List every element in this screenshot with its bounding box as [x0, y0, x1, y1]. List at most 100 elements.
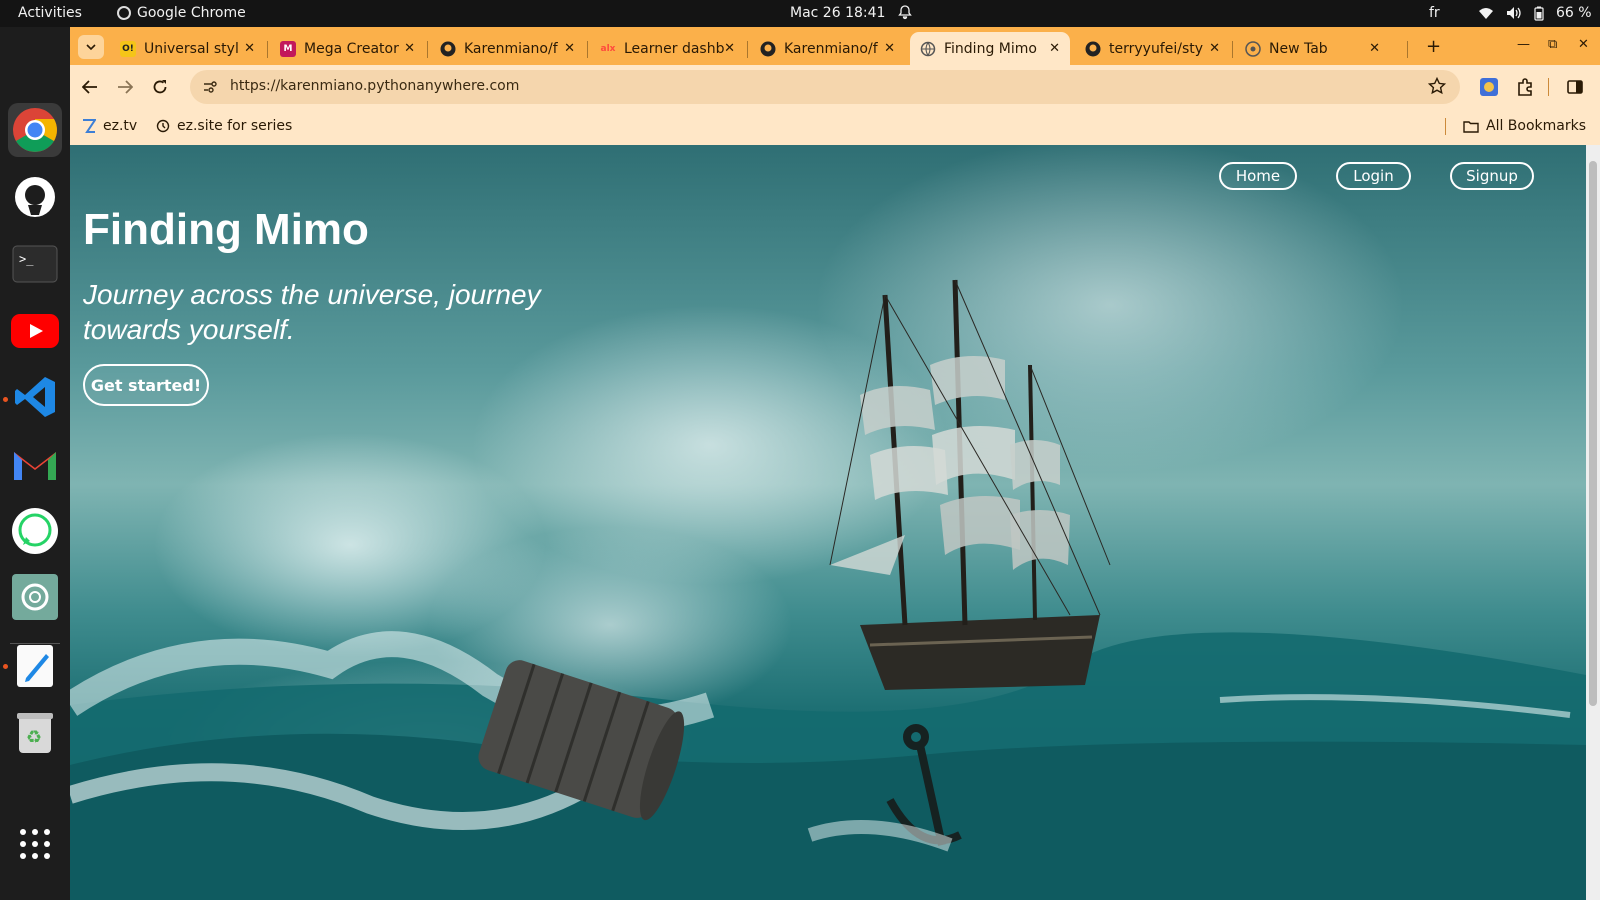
dock-github[interactable] [8, 170, 62, 224]
tab-title: Karenmiano/f [784, 40, 878, 57]
get-started-button[interactable]: Get started! [83, 364, 209, 406]
close-icon[interactable]: ✕ [1369, 41, 1380, 56]
tab-title: Finding Mimo [944, 40, 1037, 57]
notification-bell-icon[interactable] [897, 4, 913, 20]
globe-icon [920, 41, 936, 56]
tab-new-tab[interactable]: New Tab ✕ [1235, 32, 1390, 65]
nav-home-link[interactable]: Home [1219, 162, 1297, 190]
folder-icon [1463, 120, 1479, 133]
tab-mega-creator[interactable]: M Mega Creator ✕ [270, 32, 425, 65]
tab-strip: O! Universal styl ✕ M Mega Creator ✕ Kar… [70, 27, 1600, 65]
forward-button[interactable] [114, 76, 136, 98]
dock-whatsapp[interactable] [8, 504, 62, 558]
close-icon[interactable]: ✕ [564, 41, 575, 56]
clock[interactable]: Mac 26 18:41 [790, 5, 885, 21]
reload-icon [153, 80, 167, 94]
minimize-icon[interactable]: — [1517, 37, 1530, 52]
dock-app-grid[interactable] [8, 817, 62, 871]
page-subtitle: Journey across the universe, journey tow… [83, 279, 541, 345]
extensions-menu-button[interactable] [1515, 77, 1535, 97]
github-icon [440, 41, 456, 56]
tab-title: Learner dashb [624, 40, 725, 57]
close-icon[interactable]: ✕ [1049, 41, 1060, 56]
tab-karenmiano-2[interactable]: Karenmiano/f ✕ [750, 32, 905, 65]
dock-chrome[interactable] [8, 103, 62, 157]
dock-youtube[interactable] [8, 304, 62, 358]
activities-button[interactable]: Activities [18, 5, 82, 21]
page-scrollbar[interactable] [1586, 145, 1600, 900]
stormy-sea-background [70, 279, 1586, 900]
bookmark-ez-tv[interactable]: ez.tv [82, 118, 137, 134]
tab-title: Mega Creator [304, 40, 399, 57]
dock-chatgpt[interactable] [8, 570, 62, 624]
tab-universal-style[interactable]: O! Universal styl ✕ [110, 32, 265, 65]
restore-icon[interactable]: ⧉ [1548, 37, 1557, 52]
chevron-down-icon [86, 44, 96, 51]
tab-finding-mimo[interactable]: Finding Mimo ✕ [910, 32, 1070, 65]
whatsapp-icon [12, 508, 58, 554]
dock-text-editor[interactable] [8, 639, 62, 693]
app-menu[interactable]: Google Chrome [117, 5, 246, 21]
chrome-window: O! Universal styl ✕ M Mega Creator ✕ Kar… [70, 27, 1600, 900]
svg-text:♻: ♻ [26, 727, 42, 748]
terminal-icon: >_ [12, 245, 58, 283]
chrome-icon [117, 6, 131, 20]
github-icon [760, 41, 776, 56]
close-icon[interactable]: ✕ [1209, 41, 1220, 56]
tab-terryyufei[interactable]: terryyufei/sty ✕ [1075, 32, 1230, 65]
dock-terminal[interactable]: >_ [8, 237, 62, 291]
tab-favicon: alx [600, 43, 616, 54]
tab-favicon: O! [120, 40, 136, 57]
github-icon [15, 177, 55, 217]
close-icon[interactable]: ✕ [244, 41, 255, 56]
bookmarks-bar: ez.tv ez.site for series All Bookmarks [70, 109, 1600, 145]
tab-title: Universal styl [144, 40, 239, 57]
github-icon [1085, 41, 1101, 56]
bookmark-star-icon[interactable] [1428, 77, 1446, 95]
tab-favicon: M [280, 40, 296, 57]
scrollbar-thumb[interactable] [1589, 161, 1597, 706]
nav-login-link[interactable]: Login [1336, 162, 1411, 190]
gmail-icon [14, 452, 56, 480]
puzzle-icon [1518, 78, 1532, 96]
arrow-left-icon [82, 80, 97, 94]
address-bar[interactable]: https://karenmiano.pythonanywhere.com [190, 70, 1460, 104]
side-panel-button[interactable] [1565, 77, 1585, 97]
svg-text:>_: >_ [19, 252, 34, 266]
dock-trash[interactable]: ♻ [8, 706, 62, 760]
dock: >_ ♻ [0, 27, 70, 900]
close-icon[interactable]: ✕ [884, 41, 895, 56]
url-text[interactable]: https://karenmiano.pythonanywhere.com [230, 78, 519, 94]
battery-icon [1534, 6, 1544, 21]
vscode-icon [15, 377, 55, 417]
extension-button[interactable] [1479, 77, 1499, 97]
new-tab-button[interactable]: + [1426, 36, 1441, 57]
reload-button[interactable] [149, 76, 171, 98]
tab-learner-dashboard[interactable]: alx Learner dashb ✕ [590, 32, 745, 65]
close-icon[interactable]: ✕ [404, 41, 415, 56]
chrome-icon [13, 108, 57, 152]
dock-vscode[interactable] [8, 370, 62, 424]
dock-gmail[interactable] [8, 437, 62, 491]
system-tray[interactable]: 66 % [1478, 5, 1592, 21]
close-icon[interactable]: ✕ [724, 41, 735, 56]
system-top-bar: Activities Google Chrome Mac 26 18:41 fr… [0, 0, 1600, 27]
close-window-icon[interactable]: ✕ [1578, 37, 1589, 52]
tab-title: terryyufei/sty [1109, 40, 1204, 57]
tab-search-button[interactable] [78, 35, 104, 59]
bookmark-ez-site[interactable]: ez.site for series [156, 118, 292, 134]
tab-karenmiano-1[interactable]: Karenmiano/f ✕ [430, 32, 585, 65]
all-bookmarks-button[interactable]: All Bookmarks [1463, 118, 1586, 134]
back-button[interactable] [79, 76, 101, 98]
keyboard-layout-indicator[interactable]: fr [1429, 5, 1440, 21]
app-grid-icon [20, 829, 50, 859]
trash-icon: ♻ [17, 713, 53, 753]
bookmark-label: ez.tv [103, 118, 138, 134]
battery-percentage: 66 % [1556, 5, 1592, 21]
tab-title: Karenmiano/f [464, 40, 558, 57]
extension-app-icon [1480, 78, 1498, 96]
site-settings-icon[interactable] [202, 79, 218, 95]
side-panel-icon [1567, 80, 1583, 94]
page-title: Finding Mimo [83, 205, 369, 254]
nav-signup-link[interactable]: Signup [1450, 162, 1534, 190]
